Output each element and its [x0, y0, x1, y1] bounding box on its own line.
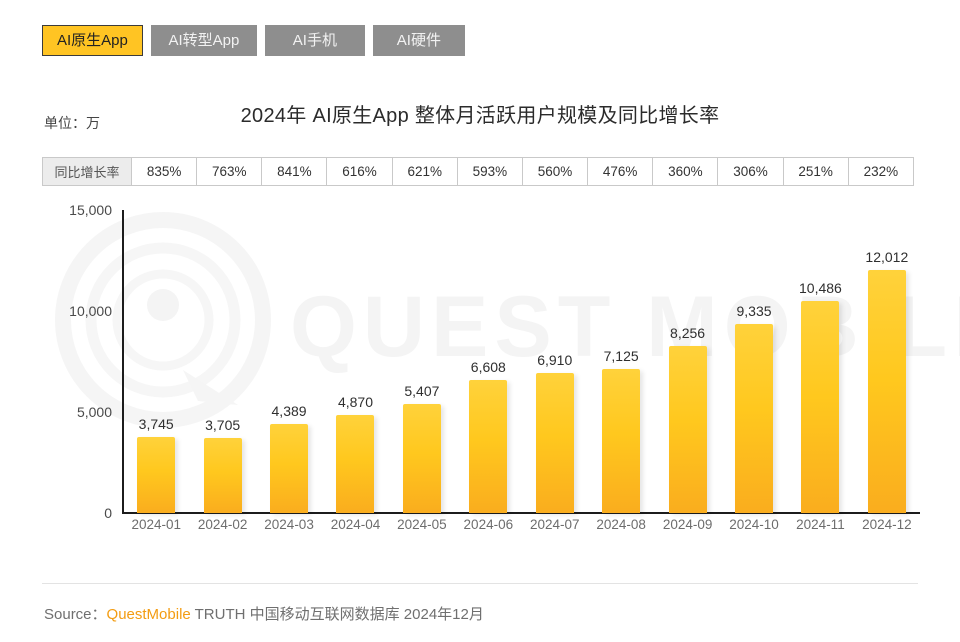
category-tabs: AI原生App AI转型App AI手机 AI硬件 [42, 25, 465, 56]
table-row: 同比增长率 835% 763% 841% 616% 621% 593% 560%… [42, 157, 915, 186]
tab-ai-hardware[interactable]: AI硬件 [372, 25, 465, 56]
bar-value-label-2024-08: 7,125 [603, 348, 639, 365]
x-label-2024-11: 2024-11 [796, 517, 845, 532]
x-label-2024-10: 2024-10 [729, 517, 779, 532]
bar-2024-07[interactable]: 6,910 [535, 352, 574, 513]
bar-series: 3,745 3,705 4,389 4,870 5,407 6,608 6,910 7,125… [123, 210, 920, 513]
source-rest: TRUTH 中国移动互联网数据库 2024年12月 [190, 606, 484, 623]
growth-cell-2024-04: 616% [326, 157, 393, 186]
growth-cell-2024-10: 306% [717, 157, 784, 186]
bar-2024-02[interactable]: 3,705 [203, 417, 242, 513]
x-label-2024-03: 2024-03 [264, 517, 314, 532]
x-label-2024-01: 2024-01 [131, 517, 181, 532]
bar-slot-2024-09: 8,256 [654, 210, 720, 513]
bar-value-label-2024-04: 4,870 [337, 393, 373, 410]
bar-2024-06[interactable]: 6,608 [469, 359, 508, 513]
footer-divider [42, 583, 918, 584]
y-tick-10000: 10,000 [69, 303, 112, 319]
bar-slot-2024-04: 4,870 [322, 210, 388, 513]
tab-ai-transformed-app[interactable]: AI转型App [150, 25, 257, 56]
bar-slot-2024-02: 3,705 [189, 210, 255, 513]
bar-slot-2024-06: 6,608 [455, 210, 521, 513]
bar-value-label-2024-09: 8,256 [670, 325, 706, 342]
bar-2024-03[interactable]: 4,389 [270, 403, 309, 513]
growth-cell-2024-06: 593% [456, 157, 523, 186]
growth-cell-2024-03: 841% [261, 157, 328, 186]
x-label-2024-06: 2024-06 [463, 517, 514, 532]
bar-2024-05[interactable]: 5,407 [402, 383, 441, 513]
source-brand: QuestMobile [106, 606, 191, 623]
growth-cell-2024-11: 251% [782, 157, 849, 186]
bar-slot-2024-05: 5,407 [389, 210, 455, 513]
growth-cell-2024-05: 621% [391, 157, 458, 186]
bar-slot-2024-08: 7,125 [588, 210, 654, 513]
x-label-2024-12: 2024-12 [862, 517, 912, 532]
bar-2024-04[interactable]: 4,870 [336, 394, 375, 513]
bar-value-label-2024-12: 12,012 [865, 249, 909, 266]
y-tick-5000: 5,000 [76, 404, 112, 420]
page-title: 2024年 AI原生App 整体月活跃用户规模及同比增长率 [240, 105, 720, 127]
y-tick-15000: 15,000 [69, 202, 112, 218]
bar-2024-08[interactable]: 7,125 [602, 348, 641, 513]
source-prefix: Source： [44, 606, 107, 623]
tab-ai-phone[interactable]: AI手机 [264, 25, 365, 56]
bar-value-label-2024-02: 3,705 [205, 417, 241, 434]
growth-cell-2024-09: 360% [652, 157, 719, 186]
growth-cell-2024-08: 476% [587, 157, 654, 186]
bar-chart: 0 5,000 10,000 15,000 3,745 3,705 4,389 4,870 5… [0, 195, 960, 560]
bar-value-label-2024-05: 5,407 [404, 382, 440, 399]
growth-rate-header: 同比增长率 [42, 157, 132, 186]
x-label-2024-04: 2024-04 [330, 517, 381, 532]
bar-slot-2024-12: 12,012 [854, 210, 920, 513]
growth-cell-2024-02: 763% [196, 157, 263, 186]
bar-slot-2024-07: 6,910 [522, 210, 588, 513]
bar-value-label-2024-10: 9,335 [736, 303, 772, 320]
y-axis-tick-labels: 0 5,000 10,000 15,000 [0, 202, 112, 521]
bar-slot-2024-03: 4,389 [256, 210, 322, 513]
bar-slot-2024-01: 3,745 [123, 210, 189, 513]
source-line: Source：QuestMobile TRUTH 中国移动互联网数据库 2024… [44, 603, 484, 624]
x-label-2024-07: 2024-07 [529, 517, 580, 532]
bar-slot-2024-10: 9,335 [721, 210, 787, 513]
growth-rate-table: 同比增长率 835% 763% 841% 616% 621% 593% 560%… [42, 157, 915, 186]
bar-value-label-2024-07: 6,910 [537, 352, 573, 369]
bar-2024-11[interactable]: 10,486 [799, 280, 842, 513]
bar-2024-01[interactable]: 3,745 [137, 416, 176, 513]
x-label-2024-05: 2024-05 [397, 517, 447, 532]
x-label-2024-02: 2024-02 [197, 517, 248, 532]
x-label-2024-09: 2024-09 [662, 517, 713, 532]
growth-cell-2024-01: 835% [130, 157, 198, 186]
bar-2024-09[interactable]: 8,256 [668, 325, 707, 513]
bar-2024-12[interactable]: 12,012 [865, 249, 908, 513]
x-axis-tick-labels: 2024-01 2024-02 2024-03 2024-04 2024-05 2024-… [123, 517, 920, 532]
bar-value-label-2024-11: 10,486 [799, 280, 842, 297]
bar-2024-10[interactable]: 9,335 [735, 303, 773, 513]
bar-value-label-2024-03: 4,389 [271, 403, 307, 420]
growth-cell-2024-12: 232% [847, 157, 915, 186]
y-tick-0: 0 [104, 505, 112, 521]
tab-ai-native-app[interactable]: AI原生App [42, 25, 143, 56]
bar-slot-2024-11: 10,486 [787, 210, 853, 513]
bar-value-label-2024-01: 3,745 [138, 416, 174, 433]
growth-cell-2024-07: 560% [521, 157, 589, 186]
x-label-2024-08: 2024-08 [596, 517, 646, 532]
bar-value-label-2024-06: 6,608 [470, 358, 506, 375]
